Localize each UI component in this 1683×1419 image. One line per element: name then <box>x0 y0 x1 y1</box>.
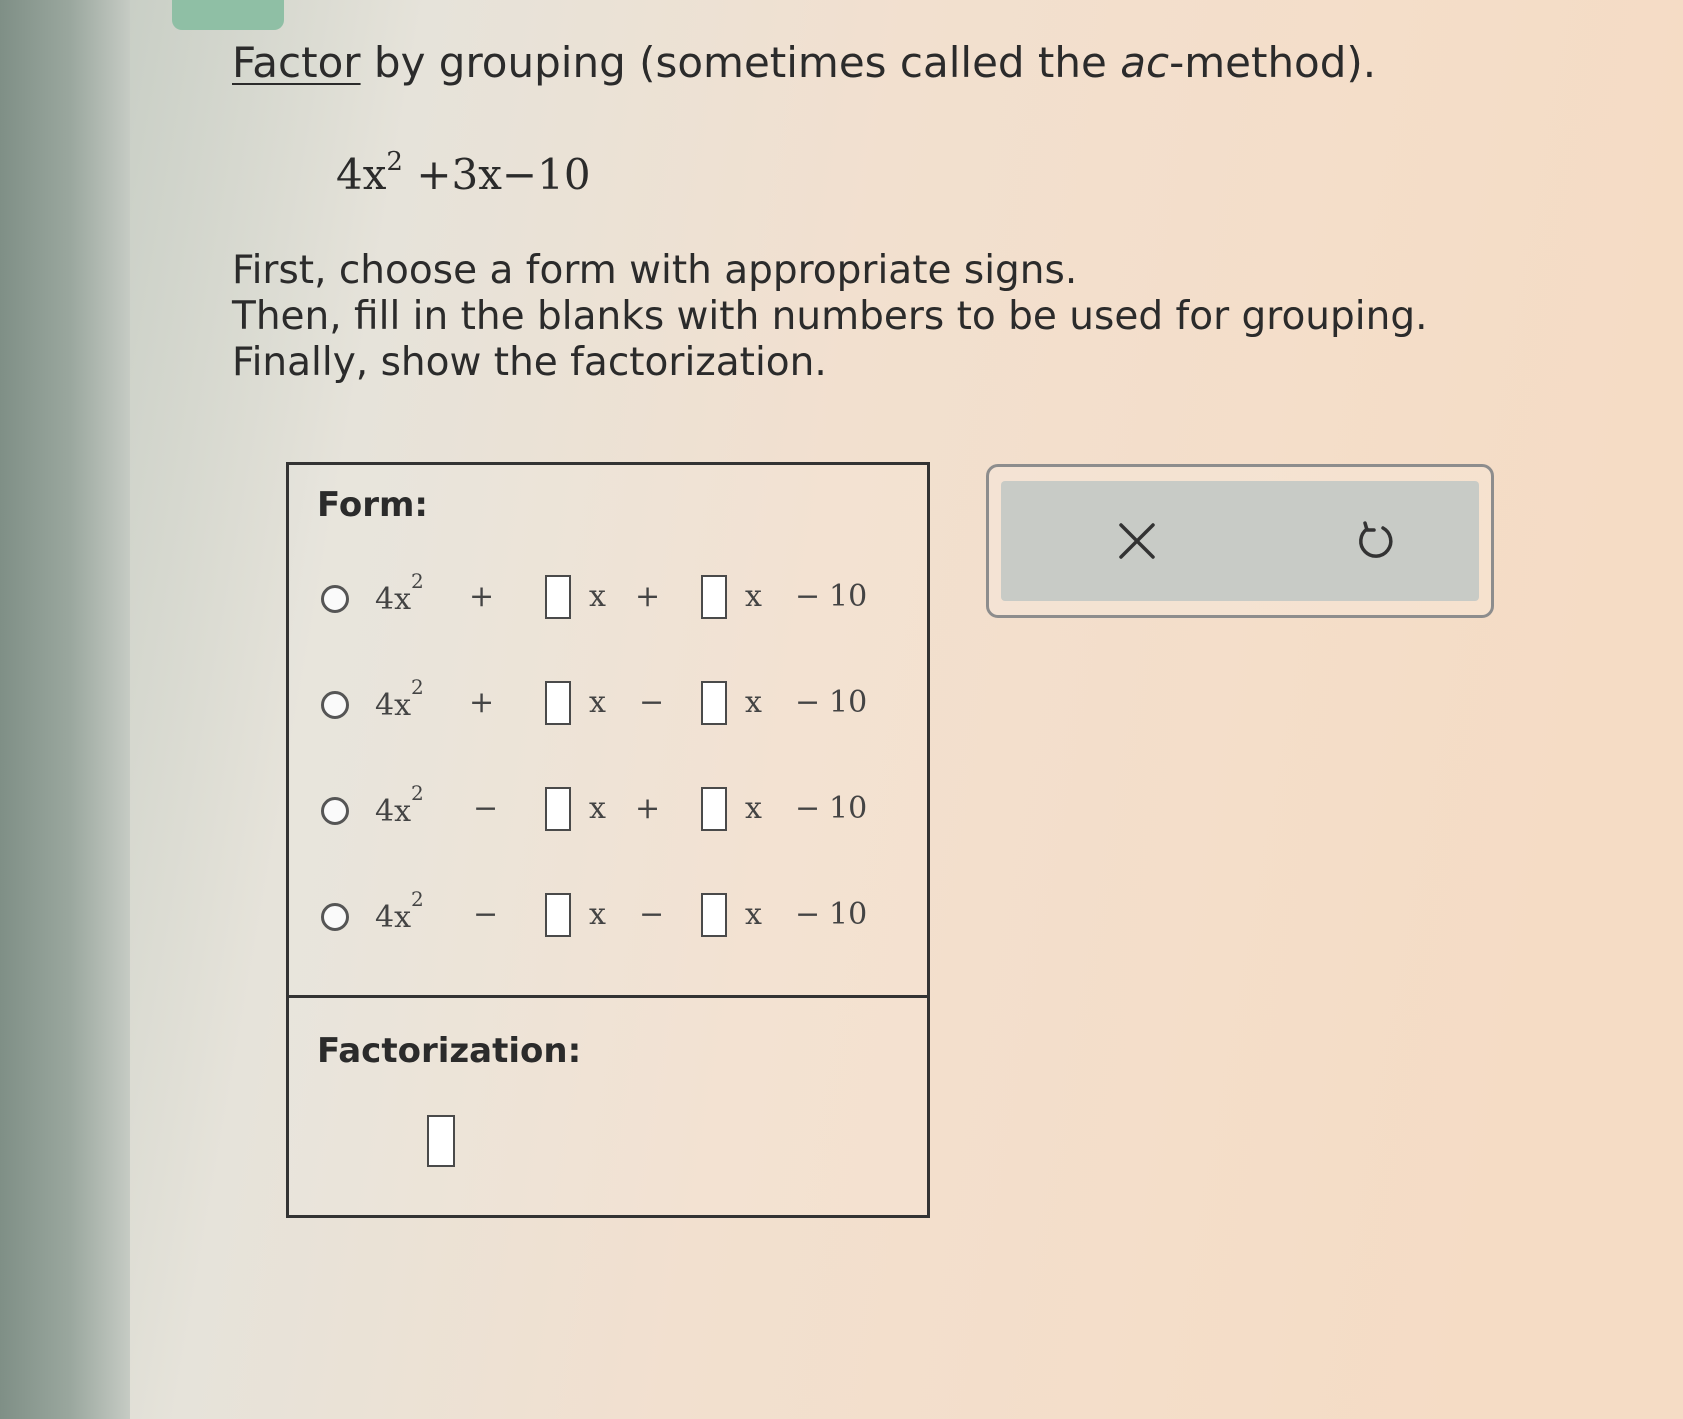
blank-1[interactable] <box>545 575 571 619</box>
var-1: x <box>589 579 606 614</box>
sign-3: − <box>795 897 821 932</box>
undo-button[interactable] <box>1345 511 1405 571</box>
close-icon <box>1119 523 1155 559</box>
sign-3: − <box>795 579 821 614</box>
var-1: x <box>589 685 606 720</box>
top-tab[interactable] <box>172 0 284 30</box>
lead-term: 4x2 <box>375 675 424 723</box>
factorization-input[interactable] <box>427 1115 455 1167</box>
sign-1: + <box>469 579 495 614</box>
form-option-4: 4x2 − x − x − 10 <box>317 887 897 951</box>
sign-3: − <box>795 685 821 720</box>
title-end: -method). <box>1169 38 1377 87</box>
poly-coef: 4x <box>336 150 387 199</box>
sign-1: − <box>473 897 499 932</box>
tool-panel-inner <box>1001 481 1479 601</box>
title-ac: ac <box>1120 38 1170 87</box>
constant: 10 <box>829 579 868 614</box>
panel-divider <box>289 995 927 998</box>
radio-option-3[interactable] <box>321 797 349 825</box>
sign-3: − <box>795 791 821 826</box>
sign-2: − <box>639 897 665 932</box>
sign-2: + <box>635 579 661 614</box>
constant: 10 <box>829 791 868 826</box>
form-label: Form: <box>317 485 428 525</box>
instruction-line-3: Finally, show the factorization. <box>232 340 827 385</box>
form-option-2: 4x2 + x − x − 10 <box>317 675 897 739</box>
lead-term: 4x2 <box>375 569 424 617</box>
var-2: x <box>745 791 762 826</box>
constant: 10 <box>829 685 868 720</box>
tool-panel <box>986 464 1494 618</box>
instructions: First, choose a form with appropriate si… <box>232 248 1427 386</box>
blank-2[interactable] <box>701 787 727 831</box>
sign-2: − <box>639 685 665 720</box>
blank-1[interactable] <box>545 787 571 831</box>
blank-1[interactable] <box>545 893 571 937</box>
factor-link[interactable]: Factor <box>232 38 361 87</box>
sign-1: + <box>469 685 495 720</box>
sign-1: − <box>473 791 499 826</box>
polynomial: 4x2 +3x−10 <box>336 147 591 199</box>
question-title: Factor by grouping (sometimes called the… <box>232 38 1376 87</box>
var-1: x <box>589 791 606 826</box>
answer-panel: Form: 4x2 + x + x − 10 4x2 + x − x − 10 … <box>286 462 930 1218</box>
poly-exponent: 2 <box>386 147 403 177</box>
left-background-strip <box>0 0 130 1419</box>
var-2: x <box>745 579 762 614</box>
sign-2: + <box>635 791 661 826</box>
var-1: x <box>589 897 606 932</box>
blank-2[interactable] <box>701 893 727 937</box>
form-option-1: 4x2 + x + x − 10 <box>317 569 897 633</box>
radio-option-4[interactable] <box>321 903 349 931</box>
lead-term: 4x2 <box>375 781 424 829</box>
blank-2[interactable] <box>701 681 727 725</box>
constant: 10 <box>829 897 868 932</box>
blank-1[interactable] <box>545 681 571 725</box>
title-mid: by grouping (sometimes called the <box>360 38 1121 87</box>
instruction-line-1: First, choose a form with appropriate si… <box>232 248 1078 293</box>
var-2: x <box>745 685 762 720</box>
lead-term: 4x2 <box>375 887 424 935</box>
radio-option-1[interactable] <box>321 585 349 613</box>
factorization-label: Factorization: <box>317 1031 582 1071</box>
var-2: x <box>745 897 762 932</box>
clear-button[interactable] <box>1107 511 1167 571</box>
undo-icon <box>1359 521 1393 558</box>
form-option-3: 4x2 − x + x − 10 <box>317 781 897 845</box>
blank-2[interactable] <box>701 575 727 619</box>
poly-rest: +3x−10 <box>402 150 591 199</box>
radio-option-2[interactable] <box>321 691 349 719</box>
instruction-line-2: Then, fill in the blanks with numbers to… <box>232 294 1428 339</box>
